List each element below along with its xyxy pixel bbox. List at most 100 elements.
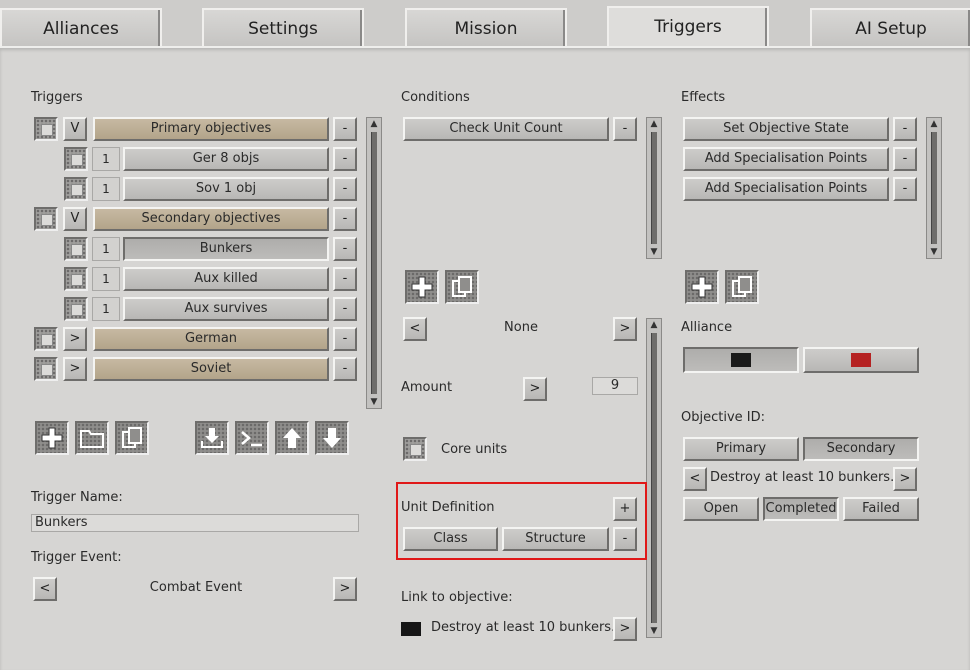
alliance-black-button[interactable] xyxy=(683,347,799,373)
plus-icon xyxy=(41,427,63,449)
condition-selector-next-button[interactable]: > xyxy=(613,317,637,341)
trigger-item[interactable]: Aux survives xyxy=(123,297,329,321)
effect-item[interactable]: Set Objective State xyxy=(683,117,889,141)
expand-toggle[interactable]: > xyxy=(63,327,87,351)
alliance-label: Alliance xyxy=(681,320,733,335)
expand-toggle[interactable]: V xyxy=(63,207,87,231)
tab-settings[interactable]: Settings xyxy=(202,8,364,48)
trigger-name-input[interactable]: Bunkers xyxy=(31,514,359,532)
objective-primary-button[interactable]: Primary xyxy=(683,437,799,461)
scroll-track[interactable] xyxy=(371,132,377,394)
remove-condition-button[interactable]: - xyxy=(613,117,637,141)
trigger-event-value: Combat Event xyxy=(149,580,243,595)
core-units-checkbox[interactable] xyxy=(403,437,427,461)
trigger-item[interactable]: Sov 1 obj xyxy=(123,177,329,201)
scroll-down-icon[interactable]: ▼ xyxy=(928,246,940,258)
scroll-track[interactable] xyxy=(931,132,937,244)
remove-trigger-button[interactable]: - xyxy=(333,297,357,321)
trigger-event-prev-button[interactable]: < xyxy=(33,577,57,601)
scroll-track[interactable] xyxy=(651,333,657,623)
effect-item[interactable]: Add Specialisation Points xyxy=(683,177,889,201)
remove-trigger-button[interactable]: - xyxy=(333,117,357,141)
script-trigger-button[interactable] xyxy=(235,421,269,455)
trigger-checkbox[interactable] xyxy=(64,237,88,261)
arrow-down-icon xyxy=(323,428,341,448)
scroll-down-icon[interactable]: ▼ xyxy=(648,625,660,637)
condition-selector-prev-button[interactable]: < xyxy=(403,317,427,341)
trigger-item[interactable]: Primary objectives xyxy=(93,117,329,141)
scroll-up-icon[interactable]: ▲ xyxy=(648,118,660,130)
tab-mission[interactable]: Mission xyxy=(405,8,567,48)
remove-effect-button[interactable]: - xyxy=(893,147,917,171)
conditions-scrollbar[interactable]: ▲ ▼ xyxy=(646,117,662,259)
unit-structure-button[interactable]: Structure xyxy=(502,527,609,551)
move-down-button[interactable] xyxy=(315,421,349,455)
add-trigger-button[interactable] xyxy=(35,421,69,455)
remove-trigger-button[interactable]: - xyxy=(333,147,357,171)
copy-effect-button[interactable] xyxy=(725,270,759,304)
remove-trigger-button[interactable]: - xyxy=(333,237,357,261)
state-failed-button[interactable]: Failed xyxy=(843,497,919,521)
state-completed-button[interactable]: Completed xyxy=(763,497,839,521)
trigger-item[interactable]: Soviet xyxy=(93,357,329,381)
import-trigger-button[interactable] xyxy=(195,421,229,455)
copy-condition-button[interactable] xyxy=(445,270,479,304)
trigger-checkbox[interactable] xyxy=(34,117,58,141)
amount-input[interactable]: 9 xyxy=(592,377,638,395)
objective-secondary-button[interactable]: Secondary xyxy=(803,437,919,461)
tab-alliances[interactable]: Alliances xyxy=(0,8,162,48)
remove-trigger-button[interactable]: - xyxy=(333,207,357,231)
add-unit-definition-button[interactable]: + xyxy=(613,497,637,521)
trigger-item[interactable]: Ger 8 objs xyxy=(123,147,329,171)
trigger-item[interactable]: Aux killed xyxy=(123,267,329,291)
link-objective-next-button[interactable]: > xyxy=(613,617,637,641)
state-open-button[interactable]: Open xyxy=(683,497,759,521)
remove-trigger-button[interactable]: - xyxy=(333,357,357,381)
remove-trigger-button[interactable]: - xyxy=(333,177,357,201)
trigger-checkbox[interactable] xyxy=(34,327,58,351)
alliance-color-swatch xyxy=(731,353,751,367)
scroll-up-icon[interactable]: ▲ xyxy=(368,118,380,130)
expand-toggle[interactable]: V xyxy=(63,117,87,141)
alliance-red-button[interactable] xyxy=(803,347,919,373)
trigger-checkbox[interactable] xyxy=(64,147,88,171)
trigger-item[interactable]: Secondary objectives xyxy=(93,207,329,231)
remove-effect-button[interactable]: - xyxy=(893,177,917,201)
scroll-down-icon[interactable]: ▼ xyxy=(648,246,660,258)
scroll-down-icon[interactable]: ▼ xyxy=(368,396,380,408)
add-folder-button[interactable] xyxy=(75,421,109,455)
add-effect-button[interactable] xyxy=(685,270,719,304)
add-condition-button[interactable] xyxy=(405,270,439,304)
copy-icon xyxy=(452,276,472,297)
scroll-track[interactable] xyxy=(651,132,657,244)
objective-prev-button[interactable]: < xyxy=(683,467,707,491)
unit-class-button[interactable]: Class xyxy=(403,527,498,551)
move-up-button[interactable] xyxy=(275,421,309,455)
condition-selector-value: None xyxy=(504,320,538,335)
trigger-item-selected[interactable]: Bunkers xyxy=(123,237,329,261)
copy-trigger-button[interactable] xyxy=(115,421,149,455)
remove-unit-definition-button[interactable]: - xyxy=(613,527,637,551)
condition-item[interactable]: Check Unit Count xyxy=(403,117,609,141)
trigger-checkbox[interactable] xyxy=(34,357,58,381)
effect-item[interactable]: Add Specialisation Points xyxy=(683,147,889,171)
trigger-checkbox[interactable] xyxy=(64,267,88,291)
scroll-up-icon[interactable]: ▲ xyxy=(648,319,660,331)
triggers-scrollbar[interactable]: ▲ ▼ xyxy=(366,117,382,409)
trigger-event-next-button[interactable]: > xyxy=(333,577,357,601)
objective-next-button[interactable]: > xyxy=(893,467,917,491)
remove-trigger-button[interactable]: - xyxy=(333,267,357,291)
remove-effect-button[interactable]: - xyxy=(893,117,917,141)
tab-triggers[interactable]: Triggers xyxy=(607,6,769,50)
trigger-checkbox[interactable] xyxy=(64,297,88,321)
expand-toggle[interactable]: > xyxy=(63,357,87,381)
scroll-up-icon[interactable]: ▲ xyxy=(928,118,940,130)
tab-ai-setup[interactable]: AI Setup xyxy=(810,8,970,48)
remove-trigger-button[interactable]: - xyxy=(333,327,357,351)
amount-increment-button[interactable]: > xyxy=(523,377,547,401)
trigger-checkbox[interactable] xyxy=(64,177,88,201)
trigger-item[interactable]: German xyxy=(93,327,329,351)
condition-details-scrollbar[interactable]: ▲ ▼ xyxy=(646,318,662,638)
trigger-checkbox[interactable] xyxy=(34,207,58,231)
effects-scrollbar[interactable]: ▲ ▼ xyxy=(926,117,942,259)
